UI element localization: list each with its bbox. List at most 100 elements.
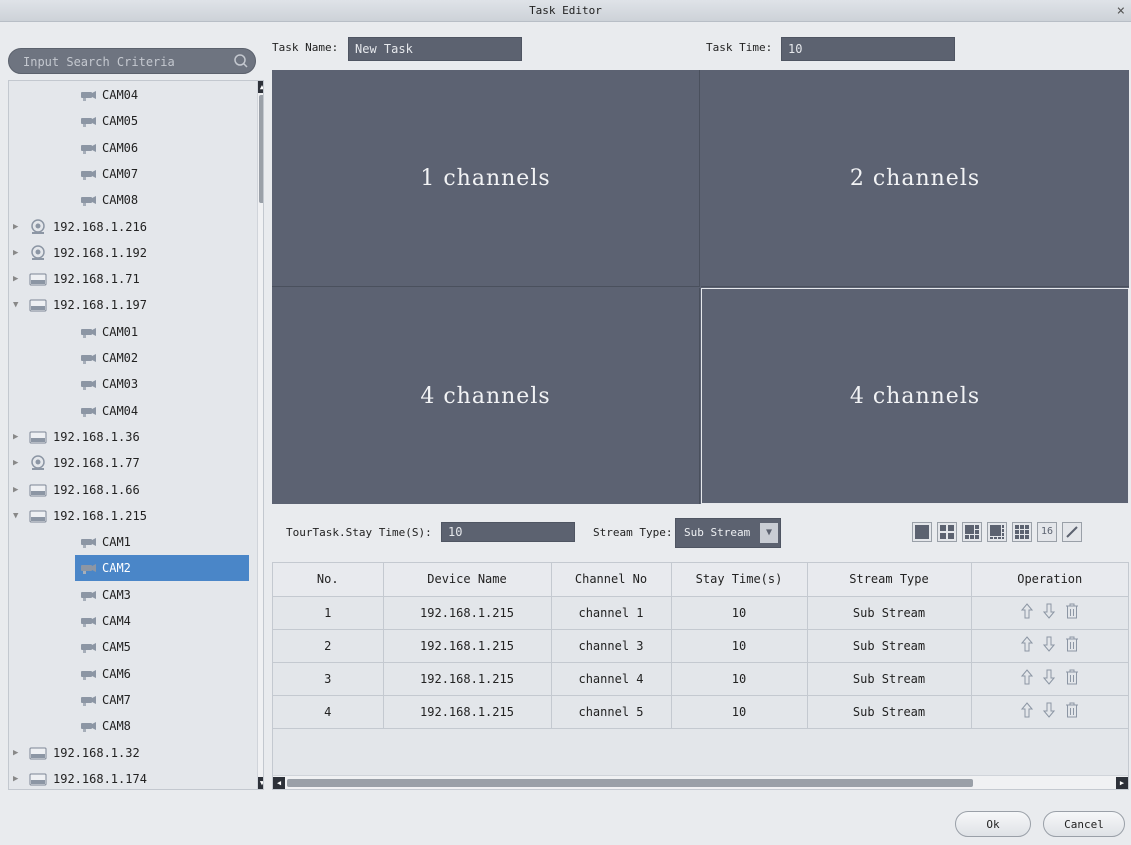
grid-cell-selected[interactable]: 4 channels	[701, 288, 1129, 504]
expand-right-icon[interactable]: ▶	[13, 740, 23, 766]
layout-16-icon[interactable]: 16	[1037, 522, 1057, 542]
search-icon[interactable]	[233, 53, 249, 69]
tree-item-device[interactable]: ▼ 192.168.1.215	[9, 503, 255, 529]
table-row[interactable]: 3 192.168.1.215 channel 4 10 Sub Stream	[273, 662, 1128, 696]
task-time-input[interactable]	[781, 37, 955, 61]
tree-item-camera[interactable]: CAM7	[9, 687, 255, 713]
move-up-icon[interactable]	[1020, 702, 1033, 718]
tree-scrollbar[interactable]: ▲ ▼	[257, 81, 263, 789]
ok-button[interactable]: Ok	[955, 811, 1031, 837]
table-row[interactable]: 4 192.168.1.215 channel 5 10 Sub Stream	[273, 695, 1128, 729]
camera-icon	[81, 722, 96, 733]
layout-9-icon[interactable]	[1012, 522, 1032, 542]
expand-right-icon[interactable]: ▶	[13, 240, 23, 266]
delete-icon[interactable]	[1065, 702, 1079, 718]
grid-cell[interactable]: 2 channels	[701, 70, 1129, 287]
tree-item-camera[interactable]: CAM6	[9, 661, 255, 687]
tree-item-device[interactable]: ▶ 192.168.1.36	[9, 424, 255, 450]
close-icon[interactable]: ×	[1117, 0, 1125, 22]
grid-cell[interactable]: 4 channels	[272, 288, 700, 504]
scroll-left-arrow-icon[interactable]: ◀	[273, 777, 285, 789]
tree-item-device[interactable]: ▼ 192.168.1.197	[9, 292, 255, 318]
layout-8-icon[interactable]	[987, 522, 1007, 542]
table-hscrollbar[interactable]: ◀ ▶	[273, 775, 1128, 789]
move-down-icon[interactable]	[1042, 669, 1055, 685]
tree-item-camera[interactable]: CAM03	[9, 371, 255, 397]
tree-item-camera[interactable]: CAM02	[9, 345, 255, 371]
window-title: Task Editor	[529, 4, 602, 17]
expand-right-icon[interactable]: ▶	[13, 424, 23, 450]
expand-right-icon[interactable]: ▶	[13, 214, 23, 240]
tree-item-camera[interactable]: CAM08	[9, 187, 255, 213]
operation-cell	[971, 695, 1128, 729]
expand-right-icon[interactable]: ▶	[13, 477, 23, 503]
stay-time-label: TourTask.Stay Time(S):	[286, 526, 432, 539]
move-up-icon[interactable]	[1020, 669, 1033, 685]
layout-6-icon[interactable]	[962, 522, 982, 542]
nvr-device-icon	[29, 273, 47, 286]
grid-cell[interactable]: 1 channels	[272, 70, 700, 287]
tree-item-camera[interactable]: CAM04	[9, 398, 255, 424]
table-row[interactable]: 1 192.168.1.215 channel 1 10 Sub Stream	[273, 596, 1128, 630]
tree-item-device[interactable]: ▶ 192.168.1.77	[9, 450, 255, 476]
camera-icon	[81, 643, 96, 654]
scroll-up-arrow-icon[interactable]: ▲	[258, 81, 263, 93]
move-down-icon[interactable]	[1042, 636, 1055, 652]
expand-down-icon[interactable]: ▼	[13, 503, 23, 529]
move-down-icon[interactable]	[1042, 603, 1055, 619]
tree-item-device[interactable]: ▶ 192.168.1.192	[9, 240, 255, 266]
delete-icon[interactable]	[1065, 669, 1079, 685]
tree-item-camera[interactable]: CAM06	[9, 135, 255, 161]
tree-item-camera[interactable]: CAM01	[9, 319, 255, 345]
stream-type-select[interactable]: Sub Stream ▼	[675, 518, 781, 548]
operation-cell	[971, 629, 1128, 663]
tree-item-camera[interactable]: CAM04	[9, 82, 255, 108]
table-cell: 10	[671, 662, 808, 696]
tree-item-camera[interactable]: CAM3	[9, 582, 255, 608]
tree-item-device[interactable]: ▶ 192.168.1.216	[9, 214, 255, 240]
table-cell: Sub Stream	[807, 596, 972, 630]
scroll-down-arrow-icon[interactable]: ▼	[258, 777, 263, 789]
expand-right-icon[interactable]: ▶	[13, 450, 23, 476]
tour-table: No. Device Name Channel No Stay Time(s) …	[272, 562, 1129, 790]
search-input[interactable]	[23, 52, 223, 72]
stay-time-input[interactable]	[441, 522, 575, 542]
table-row[interactable]: 2 192.168.1.215 channel 3 10 Sub Stream	[273, 629, 1128, 663]
tree-item-device[interactable]: ▶ 192.168.1.174	[9, 766, 255, 789]
col-header-stream-type: Stream Type	[807, 563, 972, 597]
tree-item-camera[interactable]: CAM05	[9, 108, 255, 134]
tree-item-camera[interactable]: CAM4	[9, 608, 255, 634]
tree-item-label: CAM5	[102, 640, 131, 655]
nvr-device-icon	[29, 299, 47, 312]
layout-1-icon[interactable]	[912, 522, 932, 542]
tree-item-device[interactable]: ▶ 192.168.1.71	[9, 266, 255, 292]
table-hscroll-thumb[interactable]	[287, 779, 973, 787]
delete-icon[interactable]	[1065, 603, 1079, 619]
expand-right-icon[interactable]: ▶	[13, 266, 23, 292]
move-up-icon[interactable]	[1020, 603, 1033, 619]
task-name-input[interactable]	[348, 37, 522, 61]
expand-right-icon[interactable]: ▶	[13, 766, 23, 789]
camera-icon	[81, 695, 96, 706]
expand-down-icon[interactable]: ▼	[13, 292, 23, 318]
tree-item-device[interactable]: ▶ 192.168.1.66	[9, 477, 255, 503]
cancel-button[interactable]: Cancel	[1043, 811, 1125, 837]
layout-4-icon[interactable]	[937, 522, 957, 542]
edit-layout-icon[interactable]	[1062, 522, 1082, 542]
move-up-icon[interactable]	[1020, 636, 1033, 652]
tree-item-label: CAM6	[102, 666, 131, 681]
tree-item-camera[interactable]: CAM8	[9, 713, 255, 739]
tree-item-camera[interactable]: CAM5	[9, 634, 255, 660]
table-cell: 192.168.1.215	[383, 596, 552, 630]
table-cell: Sub Stream	[807, 662, 972, 696]
tree-item-camera[interactable]: CAM07	[9, 161, 255, 187]
tree-item-camera[interactable]: CAM2	[9, 555, 255, 582]
tree-scroll-thumb[interactable]	[259, 95, 263, 203]
tree-item-camera[interactable]: CAM1	[9, 529, 255, 555]
table-cell: 10	[671, 695, 808, 729]
move-down-icon[interactable]	[1042, 702, 1055, 718]
delete-icon[interactable]	[1065, 636, 1079, 652]
chevron-down-icon[interactable]: ▼	[760, 523, 778, 543]
tree-item-device[interactable]: ▶ 192.168.1.32	[9, 740, 255, 766]
scroll-right-arrow-icon[interactable]: ▶	[1116, 777, 1128, 789]
